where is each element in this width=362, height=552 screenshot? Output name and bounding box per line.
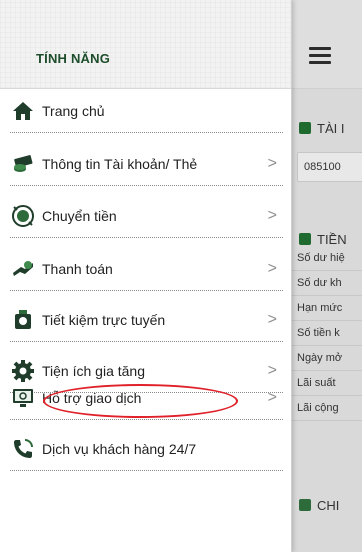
- menu-item-label: Chuyển tiền: [42, 207, 117, 224]
- info-row: Số dư kh: [291, 271, 362, 296]
- menu-item-home[interactable]: Trang chủ: [0, 88, 291, 133]
- menu-item-label: Thanh toán: [42, 260, 113, 277]
- document-icon: [299, 499, 311, 511]
- bank-icon: [299, 233, 311, 245]
- home-icon: [13, 101, 33, 120]
- info-row: Hạn mức: [291, 296, 362, 321]
- info-row: Lãi cộng: [291, 396, 362, 421]
- menu-item-account-card[interactable]: Thông tin Tài khoản/ Thẻ >: [0, 141, 291, 186]
- info-row: Số dư hiệ: [291, 246, 362, 271]
- support-icon: [13, 388, 33, 407]
- main-content-background: TÀI I 085100 TIỀN Số dư hiệ Số dư kh Hạn…: [291, 0, 362, 552]
- menu-item-label: Dịch vụ khách hàng 24/7: [42, 440, 197, 457]
- account-number-select[interactable]: 085100: [297, 152, 362, 182]
- transfer-icon: [12, 204, 34, 227]
- detail-section-title: CHI: [299, 498, 339, 513]
- chevron-right-icon: >: [267, 154, 277, 172]
- app-frame: TÀI I 085100 TIỀN Số dư hiệ Số dư kh Hạn…: [0, 0, 362, 552]
- payment-icon: [13, 260, 33, 276]
- account-section-title: TÀI I: [299, 121, 344, 136]
- phone-icon: [14, 438, 33, 458]
- chevron-right-icon: >: [267, 259, 277, 277]
- navigation-drawer: TÍNH NĂNG Trang chủ Thông tin Tài khoản/…: [0, 0, 292, 552]
- chevron-right-icon: >: [267, 206, 277, 224]
- card-icon: [14, 154, 33, 172]
- main-header: [291, 0, 362, 89]
- info-row: Số tiền k: [291, 321, 362, 346]
- drawer-title: TÍNH NĂNG: [36, 51, 111, 66]
- menu-item-payment[interactable]: Thanh toán >: [0, 246, 291, 291]
- chevron-right-icon: >: [267, 388, 277, 406]
- hamburger-menu-icon[interactable]: [309, 47, 331, 65]
- menu-item-label: Thông tin Tài khoản/ Thẻ: [42, 155, 198, 172]
- highlight-annotation-ellipse: [43, 384, 238, 418]
- info-row: Lãi suất: [291, 371, 362, 396]
- user-icon: [299, 122, 311, 134]
- menu-item-online-savings[interactable]: Tiết kiệm trực tuyến >: [0, 297, 291, 342]
- info-row: Ngày mở: [291, 346, 362, 371]
- chevron-right-icon: >: [267, 310, 277, 328]
- drawer-header: TÍNH NĂNG: [0, 0, 291, 89]
- piggy-bank-icon: [15, 309, 31, 329]
- savings-section-title: TIỀN: [299, 232, 347, 247]
- menu-item-label: Tiết kiệm trực tuyến: [42, 311, 166, 328]
- menu-item-label: Trang chủ: [42, 102, 105, 119]
- menu-item-transfer[interactable]: Chuyển tiền >: [0, 193, 291, 238]
- menu-item-customer-service[interactable]: Dịch vụ khách hàng 24/7: [0, 426, 291, 471]
